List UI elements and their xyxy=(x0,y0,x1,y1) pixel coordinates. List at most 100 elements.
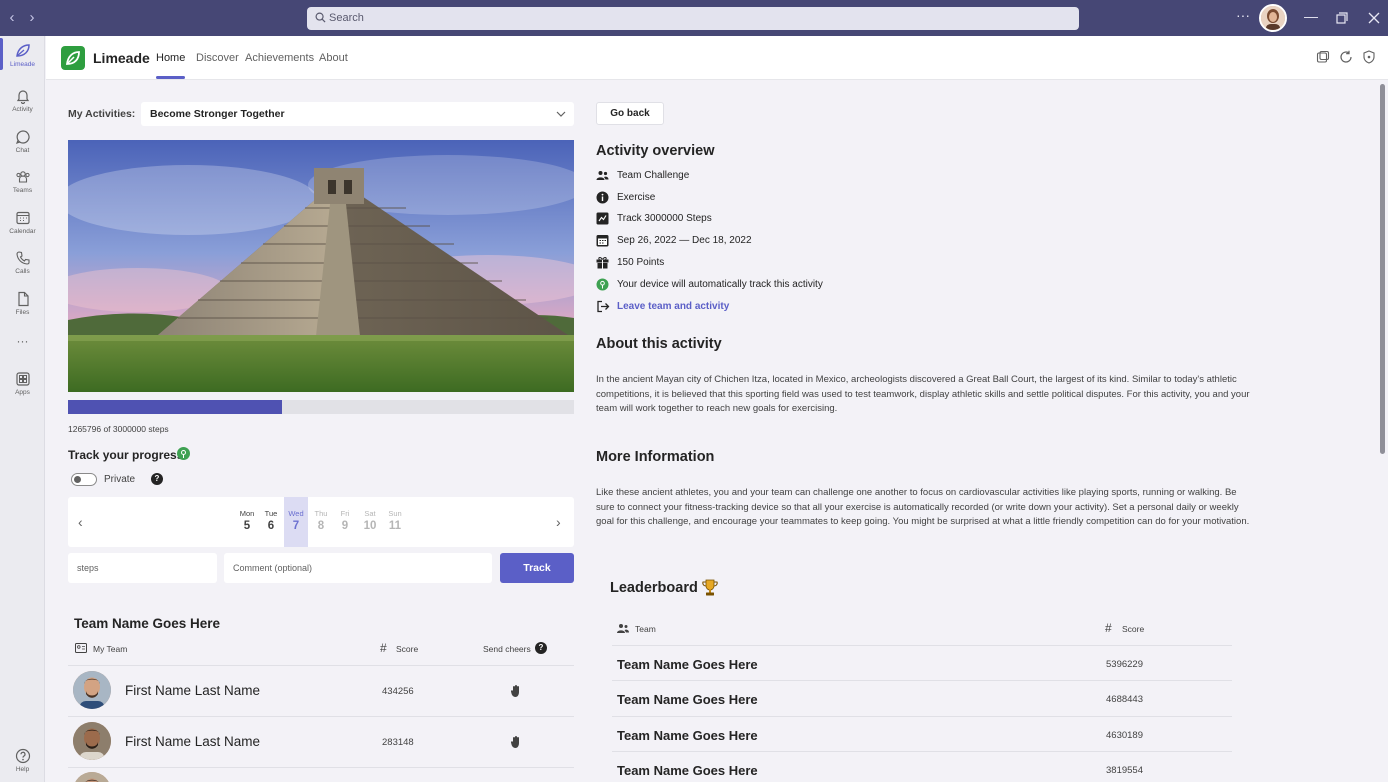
overview-text: Your device will automatically track thi… xyxy=(617,279,823,290)
leaderboard-team-name: Team Name Goes Here xyxy=(617,763,758,778)
active-tab-indicator xyxy=(156,76,185,79)
leaderboard-team-score: 4688443 xyxy=(1106,694,1143,705)
rail-item-files[interactable]: Files xyxy=(0,291,45,316)
tab-home[interactable]: Home xyxy=(156,52,185,64)
search-box[interactable]: Search xyxy=(307,7,1079,30)
calendar-icon xyxy=(15,211,30,225)
refresh-icon[interactable] xyxy=(1339,50,1353,64)
activity-hero-image xyxy=(68,140,574,392)
private-toggle[interactable] xyxy=(71,473,97,486)
leaderboard-team-score: 5396229 xyxy=(1106,659,1143,670)
rail-item-calendar[interactable]: Calendar xyxy=(0,210,45,235)
member-score: 283148 xyxy=(382,737,414,748)
rail-item-activity[interactable]: Activity xyxy=(0,88,45,113)
day-name: Tue xyxy=(264,509,278,518)
hand-wave-icon[interactable] xyxy=(510,735,522,749)
close-icon[interactable] xyxy=(1368,12,1380,24)
steps-input[interactable] xyxy=(68,553,217,583)
day-name: Fri xyxy=(340,509,350,518)
tab-achievements[interactable]: Achievements xyxy=(245,52,314,64)
day-fri[interactable]: Fri 9 xyxy=(333,497,357,547)
rail-item-label: Chat xyxy=(15,147,30,154)
day-name: Wed xyxy=(288,509,304,518)
people-icon xyxy=(596,171,609,180)
previous-week-icon[interactable]: ‹ xyxy=(78,514,83,530)
leaderboard-team-score: 3819554 xyxy=(1106,765,1143,776)
device-icon xyxy=(596,278,609,291)
overview-text: Track 3000000 Steps xyxy=(617,213,712,224)
leave-team-link[interactable]: Leave team and activity xyxy=(617,301,729,312)
activity-dropdown[interactable]: Become Stronger Together xyxy=(141,102,574,126)
rail-item-calls[interactable]: Calls xyxy=(0,250,45,275)
minimize-icon[interactable]: — xyxy=(1304,9,1318,23)
help-icon xyxy=(15,748,30,764)
rail-item-label: Apps xyxy=(15,389,30,396)
popout-icon[interactable] xyxy=(1316,50,1330,64)
track-button[interactable]: Track xyxy=(500,553,574,583)
team-name-title: Team Name Goes Here xyxy=(74,616,221,631)
leaderboard-score-header: Score xyxy=(1122,624,1145,634)
week-day-picker: ‹ › Mon 5 Tue 6 Wed 7 Thu 8 Fri 9 Sat 10 Sun 11 xyxy=(68,497,574,547)
more-options-icon[interactable]: ··· xyxy=(1236,8,1250,22)
device-sync-icon xyxy=(177,447,190,460)
rail-item-label: Help xyxy=(15,766,30,773)
next-week-icon[interactable]: › xyxy=(556,514,561,530)
team-member-row: First Name Last Name 283148 xyxy=(68,716,574,766)
restore-icon[interactable] xyxy=(1336,12,1348,24)
day-thu[interactable]: Thu 8 xyxy=(309,497,333,547)
tab-discover[interactable]: Discover xyxy=(196,52,239,64)
day-sat[interactable]: Sat 10 xyxy=(358,497,382,547)
more-information-body: Like these ancient athletes, you and you… xyxy=(596,487,1250,527)
rail-item-teams[interactable]: Teams xyxy=(0,169,45,194)
overview-text: Exercise xyxy=(617,192,656,203)
go-back-button[interactable]: Go back xyxy=(596,102,664,125)
cheers-help-icon[interactable]: ? xyxy=(535,642,547,654)
info-icon xyxy=(596,191,609,204)
private-help-icon[interactable]: ? xyxy=(151,473,163,485)
leaderboard-row: Team Name Goes Here 4630189 xyxy=(612,716,1232,751)
comment-input[interactable] xyxy=(224,553,492,583)
leaderboard-team-name: Team Name Goes Here xyxy=(617,728,758,743)
day-date: 11 xyxy=(388,520,402,532)
tab-about[interactable]: About xyxy=(319,52,348,64)
overview-text: Team Challenge xyxy=(617,170,690,181)
member-avatar xyxy=(73,722,111,760)
rail-item-chat[interactable]: Chat xyxy=(0,129,45,154)
day-mon[interactable]: Mon 5 xyxy=(235,497,259,547)
user-avatar[interactable] xyxy=(1259,4,1287,32)
limeade-icon xyxy=(15,44,30,57)
bell-icon xyxy=(16,90,29,104)
app-rail: Limeade Activity Chat Teams Calendar Cal… xyxy=(0,36,45,782)
page-scrollbar[interactable] xyxy=(1380,84,1385,454)
leave-icon xyxy=(597,300,610,313)
app-header: Limeade Home Discover Achievements About xyxy=(46,36,1388,80)
rail-item-limeade[interactable]: Limeade xyxy=(0,43,45,68)
track-progress-title: Track your progress xyxy=(68,448,184,462)
chevron-down-icon xyxy=(556,111,566,117)
day-tue[interactable]: Tue 6 xyxy=(259,497,283,547)
leaderboard-team-name: Team Name Goes Here xyxy=(617,692,758,707)
day-date: 5 xyxy=(243,520,251,532)
rail-item-label: Calendar xyxy=(9,228,36,235)
app-name: Limeade xyxy=(93,50,150,66)
shield-icon[interactable] xyxy=(1362,50,1376,64)
leaderboard-team-score: 4630189 xyxy=(1106,730,1143,741)
back-arrow-icon[interactable]: ‹ xyxy=(3,9,21,26)
leaderboard-row: Team Name Goes Here 4688443 xyxy=(612,680,1232,715)
file-icon xyxy=(17,291,29,307)
rail-item-label: Limeade xyxy=(10,61,35,68)
about-activity-title: About this activity xyxy=(596,336,722,352)
hand-wave-icon[interactable] xyxy=(510,684,522,698)
steps-progress-caption: 1265796 of 3000000 steps xyxy=(68,424,169,434)
day-wed[interactable]: Wed 7 xyxy=(284,497,308,547)
private-label: Private xyxy=(104,474,136,485)
forward-arrow-icon[interactable]: › xyxy=(23,9,41,26)
rail-more-apps[interactable]: ··· xyxy=(0,334,45,348)
chat-icon xyxy=(15,130,30,144)
day-sun[interactable]: Sun 11 xyxy=(383,497,407,547)
rail-item-label: Files xyxy=(15,309,30,316)
overview-text: 150 Points xyxy=(617,257,665,268)
rail-item-apps[interactable]: Apps xyxy=(0,371,45,396)
search-placeholder: Search xyxy=(329,12,364,24)
rail-item-help[interactable]: Help xyxy=(0,748,45,773)
